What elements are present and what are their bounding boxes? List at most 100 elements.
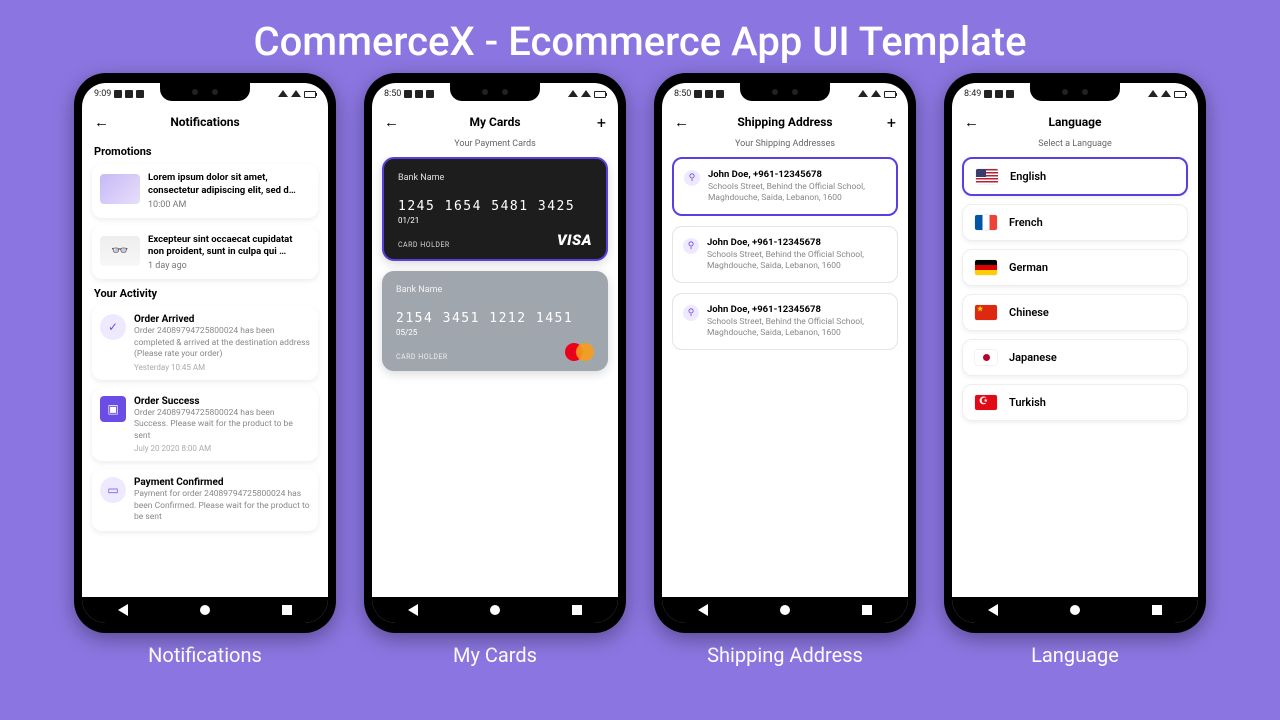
- promo-time: 10:00 AM: [148, 200, 310, 210]
- android-navbar: [82, 597, 328, 623]
- address-name: John Doe, +961-12345678: [707, 237, 887, 248]
- promo-card[interactable]: Excepteur sint occaecat cupidatat non pr…: [92, 226, 318, 280]
- back-icon[interactable]: ←: [674, 113, 689, 131]
- back-icon[interactable]: ←: [94, 113, 109, 131]
- nav-back-icon[interactable]: [988, 604, 998, 616]
- promo-time: 1 day ago: [148, 261, 310, 271]
- promo-thumbnail: [100, 236, 140, 266]
- card-bank: Bank Name: [398, 173, 592, 183]
- header-title: My Cards: [469, 115, 520, 129]
- language-option-german[interactable]: German: [962, 249, 1188, 286]
- screen-header: ← Notifications: [82, 105, 328, 139]
- pin-icon: ⚲: [683, 238, 699, 254]
- pin-icon: ⚲: [684, 170, 700, 186]
- visa-icon: VISA: [557, 231, 592, 249]
- caption: Notifications: [148, 643, 262, 667]
- header-title: Shipping Address: [737, 115, 832, 129]
- card-number: 2154 3451 1212 1451: [396, 311, 594, 326]
- nav-home-icon[interactable]: [200, 605, 210, 615]
- android-navbar: [952, 597, 1198, 623]
- address-card[interactable]: ⚲ John Doe, +961-12345678 Schools Street…: [672, 226, 898, 283]
- promo-card[interactable]: Lorem ipsum dolor sit amet, consectetur …: [92, 164, 318, 218]
- card-number: 1245 1654 5481 3425: [398, 199, 592, 214]
- nav-home-icon[interactable]: [490, 605, 500, 615]
- caption: Shipping Address: [707, 643, 863, 667]
- android-navbar: [662, 597, 908, 623]
- language-label: Japanese: [1009, 351, 1057, 364]
- phone-language: 8:49 ← Language Select a Language Englis…: [944, 73, 1206, 633]
- credit-card[interactable]: Bank Name 2154 3451 1212 1451 05/25 CARD…: [382, 271, 608, 371]
- add-icon[interactable]: +: [597, 113, 606, 132]
- nav-home-icon[interactable]: [780, 605, 790, 615]
- flag-de-icon: [975, 260, 997, 275]
- language-option-turkish[interactable]: Turkish: [962, 384, 1188, 421]
- flag-jp-icon: [975, 350, 997, 365]
- add-icon[interactable]: +: [887, 113, 896, 132]
- section-activity: Your Activity: [94, 287, 316, 300]
- language-label: English: [1010, 170, 1046, 183]
- card-expiry: 05/25: [396, 328, 594, 337]
- screen-header: ← Language: [952, 105, 1198, 139]
- address-card[interactable]: ⚲ John Doe, +961-12345678 Schools Street…: [672, 293, 898, 350]
- nav-back-icon[interactable]: [118, 604, 128, 616]
- activity-card[interactable]: ▣ Order Success Order 24089794725800024 …: [92, 388, 318, 461]
- language-label: German: [1009, 261, 1048, 274]
- promo-title: Excepteur sint occaecat cupidatat non pr…: [148, 234, 310, 260]
- language-option-japanese[interactable]: Japanese: [962, 339, 1188, 376]
- card-bank: Bank Name: [396, 285, 594, 295]
- nav-back-icon[interactable]: [698, 604, 708, 616]
- header-title: Language: [1049, 115, 1102, 129]
- language-option-english[interactable]: English: [962, 157, 1188, 196]
- header-title: Notifications: [170, 115, 239, 129]
- address-body: Schools Street, Behind the Official Scho…: [708, 182, 886, 204]
- nav-recent-icon[interactable]: [862, 605, 872, 615]
- address-name: John Doe, +961-12345678: [707, 304, 887, 315]
- nav-recent-icon[interactable]: [1152, 605, 1162, 615]
- activity-card[interactable]: ▭ Payment Confirmed Payment for order 24…: [92, 469, 318, 531]
- promo-thumbnail: [100, 174, 140, 204]
- check-icon: ✓: [100, 314, 126, 340]
- card-expiry: 01/21: [398, 216, 592, 225]
- nav-recent-icon[interactable]: [572, 605, 582, 615]
- card-holder-label: CARD HOLDER: [396, 353, 448, 361]
- phone-cards: 8:50 ← My Cards + Your Payment Cards Ban…: [364, 73, 626, 633]
- card-holder-label: CARD HOLDER: [398, 241, 450, 249]
- flag-us-icon: [976, 169, 998, 184]
- screen-header: ← My Cards +: [372, 105, 618, 139]
- language-label: Turkish: [1009, 396, 1046, 409]
- pin-icon: ⚲: [683, 305, 699, 321]
- phone-shipping: 8:50 ← Shipping Address + Your Shipping …: [654, 73, 916, 633]
- nav-home-icon[interactable]: [1070, 605, 1080, 615]
- language-label: Chinese: [1009, 306, 1049, 319]
- page-title: CommerceX - Ecommerce App UI Template: [0, 0, 1280, 73]
- card-icon: ▭: [100, 477, 126, 503]
- mastercard-icon: [565, 343, 594, 361]
- subheader: Select a Language: [952, 139, 1198, 149]
- address-body: Schools Street, Behind the Official Scho…: [707, 250, 887, 272]
- back-icon[interactable]: ←: [964, 113, 979, 131]
- nav-back-icon[interactable]: [408, 604, 418, 616]
- caption: Language: [1031, 643, 1119, 667]
- address-body: Schools Street, Behind the Official Scho…: [707, 317, 887, 339]
- section-promotions: Promotions: [94, 145, 316, 158]
- language-option-french[interactable]: French: [962, 204, 1188, 241]
- phone-notifications: 9:09 ← Notifications Promotions Lorem ip…: [74, 73, 336, 633]
- android-navbar: [372, 597, 618, 623]
- language-option-chinese[interactable]: Chinese: [962, 294, 1188, 331]
- subheader: Your Payment Cards: [372, 139, 618, 149]
- flag-cn-icon: [975, 305, 997, 320]
- back-icon[interactable]: ←: [384, 113, 399, 131]
- caption: My Cards: [453, 643, 537, 667]
- language-label: French: [1009, 216, 1043, 229]
- nav-recent-icon[interactable]: [282, 605, 292, 615]
- flag-tr-icon: [975, 395, 997, 410]
- credit-card[interactable]: Bank Name 1245 1654 5481 3425 01/21 CARD…: [382, 157, 608, 261]
- activity-card[interactable]: ✓ Order Arrived Order 24089794725800024 …: [92, 306, 318, 379]
- box-icon: ▣: [100, 396, 126, 422]
- promo-title: Lorem ipsum dolor sit amet, consectetur …: [148, 172, 310, 198]
- address-card[interactable]: ⚲ John Doe, +961-12345678 Schools Street…: [672, 157, 898, 216]
- flag-fr-icon: [975, 215, 997, 230]
- address-name: John Doe, +961-12345678: [708, 169, 886, 180]
- subheader: Your Shipping Addresses: [662, 139, 908, 149]
- phone-row: 9:09 ← Notifications Promotions Lorem ip…: [0, 73, 1280, 667]
